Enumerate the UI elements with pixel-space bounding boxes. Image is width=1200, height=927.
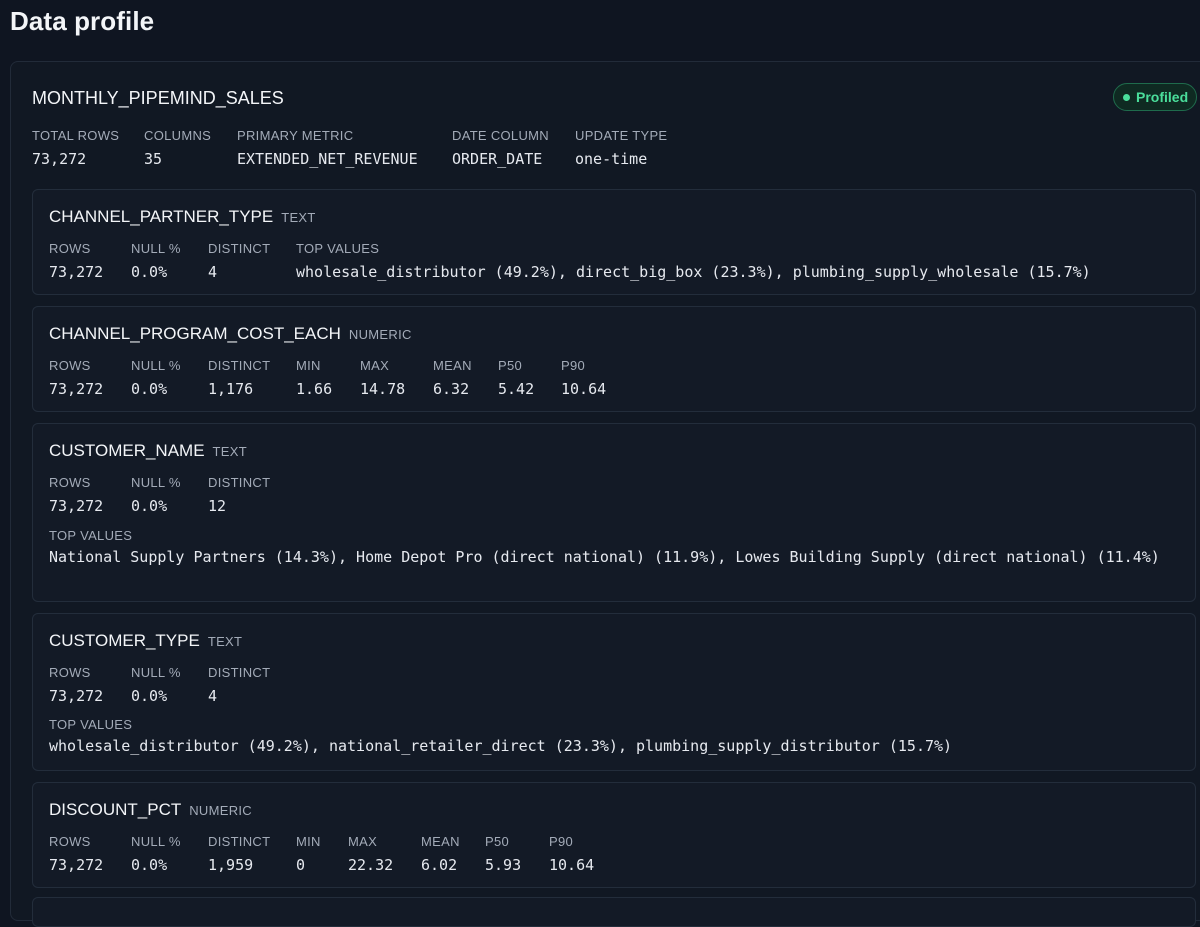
column-card: CHANNEL_PARTNER_TYPE TEXT ROWS 73,272 NUL… <box>32 189 1196 295</box>
stat-label: MEAN <box>433 358 472 373</box>
stat-value: 73,272 <box>49 497 104 515</box>
column-type: TEXT <box>207 634 243 649</box>
stat-value: 4 <box>208 687 218 705</box>
dataset-name: MONTHLY_PIPEMIND_SALES <box>32 88 284 108</box>
column-card: DISCOUNT_PCT NUMERIC ROWS 73,272 NULL % 0… <box>32 782 1196 888</box>
stat-label: P90 <box>549 834 574 849</box>
stat-value: 0.0% <box>131 380 168 398</box>
stat-label: NULL % <box>131 475 181 490</box>
column-type: NUMERIC <box>348 327 412 342</box>
stat-value: 73,272 <box>49 856 104 874</box>
stat-label: NULL % <box>131 358 181 373</box>
stat-value: 5.42 <box>498 380 535 398</box>
stat-label: ROWS <box>49 475 91 490</box>
stat-value: 0.0% <box>131 263 168 281</box>
stat-label: DISTINCT <box>208 358 271 373</box>
stat-label: ROWS <box>49 358 91 373</box>
stat-label: TOP VALUES <box>296 241 380 256</box>
stat-value: 5.93 <box>485 856 522 874</box>
stat-value: 0.0% <box>131 856 168 874</box>
page-title: Data profile <box>10 6 155 36</box>
stat-value: 14.78 <box>360 380 406 398</box>
column-type: TEXT <box>281 210 316 225</box>
column-name: CUSTOMER_TYPE TEXT <box>49 631 243 650</box>
stat-value: 73,272 <box>49 263 104 281</box>
stat-label: P50 <box>498 358 523 373</box>
stat-value-update-type: one-time <box>575 150 648 168</box>
stat-value: 0.0% <box>131 497 168 515</box>
stat-value: 12 <box>208 497 227 515</box>
stat-label: MIN <box>296 358 321 373</box>
stat-label-primary-metric: PRIMARY METRIC <box>237 128 354 143</box>
stat-label: NULL % <box>131 834 181 849</box>
column-name: CHANNEL_PROGRAM_COST_EACH NUMERIC <box>49 324 412 343</box>
stat-value: 0.0% <box>131 687 168 705</box>
column-type: NUMERIC <box>189 803 252 818</box>
top-values-label: TOP VALUES <box>49 717 133 732</box>
status-badge: Profiled <box>1113 83 1197 111</box>
stat-value: 0 <box>296 856 306 874</box>
stat-label: P50 <box>485 834 510 849</box>
stat-value: 22.32 <box>348 856 394 874</box>
column-card: CUSTOMER_TYPE TEXT ROWS 73,272 NULL % 0.0… <box>32 613 1196 771</box>
stat-value-primary-metric: EXTENDED_NET_REVENUE <box>237 150 418 168</box>
stat-label-date-column: DATE COLUMN <box>452 128 549 143</box>
stat-value: 73,272 <box>49 380 104 398</box>
stat-value: 10.64 <box>549 856 595 874</box>
stat-label: ROWS <box>49 241 91 256</box>
stat-label: DISTINCT <box>208 665 271 680</box>
stat-value-date-column: ORDER_DATE <box>452 150 543 168</box>
column-name: CHANNEL_PARTNER_TYPE TEXT <box>49 207 316 226</box>
column-card: CUSTOMER_NAME TEXT ROWS 73,272 NULL % 0.0… <box>32 423 1196 602</box>
stat-value: 73,272 <box>49 687 104 705</box>
stat-value: 10.64 <box>561 380 607 398</box>
top-values-label: TOP VALUES <box>49 528 133 543</box>
stat-label-update-type: UPDATE TYPE <box>575 128 668 143</box>
stat-value: 4 <box>208 263 218 281</box>
stat-label-total-rows: TOTAL ROWS <box>32 128 120 143</box>
stat-label: MEAN <box>421 834 460 849</box>
stat-value: wholesale_distributor (49.2%), direct_bi… <box>296 263 1091 281</box>
stat-value-columns: 35 <box>144 150 163 168</box>
stat-label: P90 <box>561 358 586 373</box>
column-card-partial <box>32 897 1196 927</box>
top-values: National Supply Partners (14.3%), Home D… <box>49 548 1160 566</box>
stat-label: MAX <box>360 358 390 373</box>
stat-label: NULL % <box>131 665 181 680</box>
stat-value: 1.66 <box>296 380 333 398</box>
stat-label-columns: COLUMNS <box>144 128 212 143</box>
stat-value-total-rows: 73,272 <box>32 150 87 168</box>
top-values: wholesale_distributor (49.2%), national_… <box>49 737 953 755</box>
column-name: CUSTOMER_NAME TEXT <box>49 441 247 460</box>
column-card: CHANNEL_PROGRAM_COST_EACH NUMERIC ROWS 73… <box>32 306 1196 412</box>
status-label: Profiled <box>1136 89 1189 105</box>
stat-label: NULL % <box>131 241 181 256</box>
column-name: DISCOUNT_PCT NUMERIC <box>49 800 252 819</box>
status-dot-icon <box>1123 93 1130 101</box>
stat-label: MAX <box>348 834 378 849</box>
stat-label: DISTINCT <box>208 475 271 490</box>
stat-value: 6.02 <box>421 856 458 874</box>
stat-value: 6.32 <box>433 380 470 398</box>
stat-value: 1,959 <box>208 856 254 874</box>
stat-label: MIN <box>296 834 321 849</box>
stat-label: ROWS <box>49 665 91 680</box>
column-type: TEXT <box>212 444 247 459</box>
stat-label: DISTINCT <box>208 834 271 849</box>
stat-label: ROWS <box>49 834 91 849</box>
stat-value: 1,176 <box>208 380 254 398</box>
stat-label: DISTINCT <box>208 241 271 256</box>
